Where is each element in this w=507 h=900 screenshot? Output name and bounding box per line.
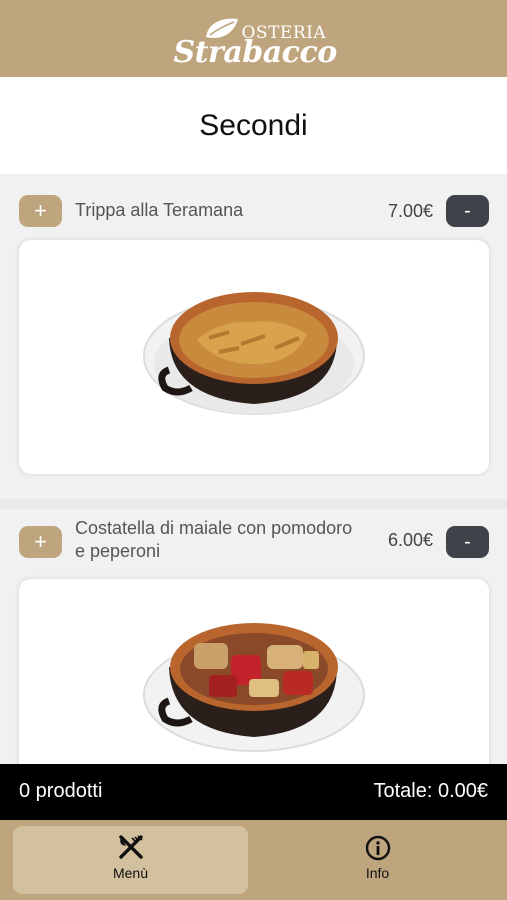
product-header: + Trippa alla Teramana 7.00€ - — [0, 174, 507, 246]
bottom-tab-bar: Menù Info — [0, 820, 507, 900]
tab-info[interactable]: Info — [260, 826, 495, 894]
tab-label: Info — [365, 865, 390, 881]
product-price: 7.00€ — [387, 201, 433, 221]
product-name: Trippa alla Teramana — [75, 200, 244, 220]
pork-rib-dish-image — [143, 623, 365, 752]
product-list[interactable]: + Trippa alla Teramana 7.00€ - + Costate… — [0, 174, 507, 764]
cart-summary-bar: 0 prodotti Totale: 0.00€ — [0, 764, 507, 820]
remove-from-cart-button[interactable]: - — [446, 526, 489, 558]
add-to-cart-button[interactable]: + — [19, 526, 62, 558]
product-name: Costatella di maiale con pomodoro e pepe… — [75, 518, 353, 561]
fork-knife-icon — [118, 835, 143, 859]
category-title-bar: Secondi — [0, 77, 507, 174]
product-header: + Costatella di maiale con pomodoro e pe… — [0, 509, 507, 581]
product-item: + Costatella di maiale con pomodoro e pe… — [0, 499, 507, 764]
page-title: Secondi — [199, 108, 308, 142]
app-header: OSTERIA Strabacco — [0, 0, 507, 77]
product-item: + Trippa alla Teramana 7.00€ - — [0, 174, 507, 499]
add-to-cart-button[interactable]: + — [19, 195, 62, 227]
cart-item-count: 0 prodotti — [19, 780, 103, 802]
product-photo — [19, 240, 489, 474]
remove-from-cart-button[interactable]: - — [446, 195, 489, 227]
tab-label: Menù — [112, 865, 149, 881]
osteria-strabacco-logo: OSTERIA Strabacco — [173, 9, 338, 70]
info-icon — [365, 835, 390, 861]
product-price: 6.00€ — [387, 530, 433, 550]
logo-text-bottom: Strabacco — [173, 34, 338, 70]
cart-total: Totale: 0.00€ — [373, 780, 488, 802]
tab-menu[interactable]: Menù — [13, 826, 248, 894]
product-photo — [19, 579, 489, 764]
tripe-dish-image — [143, 292, 365, 415]
